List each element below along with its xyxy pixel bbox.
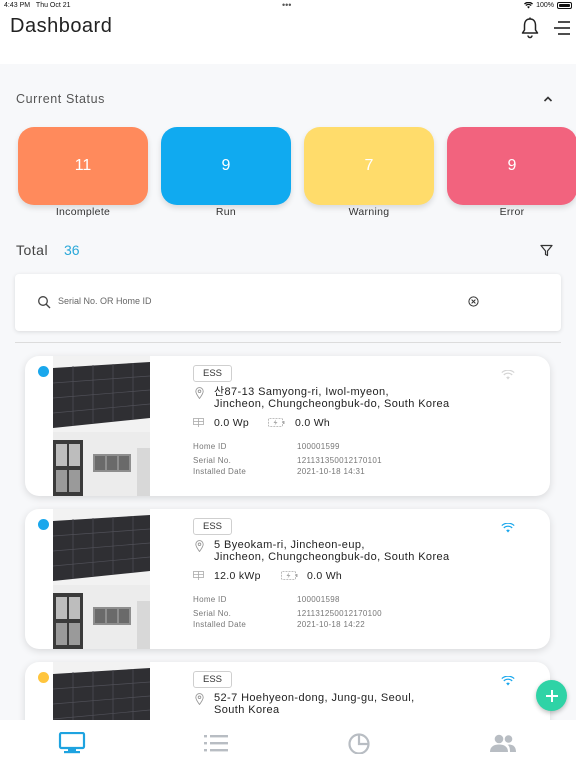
divider [15,342,561,343]
chevron-up-icon[interactable] [542,94,554,104]
home-id-value: 100001599 [297,442,340,451]
dashboard-content[interactable]: Current Status 11 Incomplete 9 Run 7 War… [0,64,576,720]
status-tile-run[interactable]: 9 [161,127,291,205]
address-line-1: 52-7 Hoehyeon-dong, Jung-gu, Seoul, [214,692,415,704]
plus-icon [545,689,558,702]
house-thumbnail [53,662,150,720]
wifi-icon [501,523,515,533]
house-thumbnail [53,509,150,649]
energy-value: 0.0 Wh [307,570,343,582]
search-input[interactable] [58,290,438,312]
multitask-dots-icon[interactable]: ••• [282,0,291,10]
total-count: 36 [64,242,80,258]
device-type-badge: ESS [193,671,233,688]
current-status-title: Current Status [16,92,105,106]
app-header: Dashboard [0,12,576,64]
page-title: Dashboard [10,15,113,37]
search-icon [38,296,51,309]
home-id-label: Home ID [193,595,227,604]
status-tile-warning[interactable]: 7 [304,127,434,205]
location-pin-icon [195,387,204,399]
status-dot [38,672,49,683]
power-value: 12.0 kWp [214,570,261,582]
status-right: 100% [524,2,572,9]
status-time: 4:43 PM Thu Oct 21 [4,2,71,9]
tab-bar [0,720,576,768]
battery-charge-icon [268,418,285,427]
serial-value: 121131350012170101 [297,456,382,465]
status-tile-incomplete[interactable]: 11 [18,127,148,205]
home-id-label: Home ID [193,442,227,451]
battery-charge-icon [281,571,298,580]
energy-value: 0.0 Wh [295,417,331,429]
device-address: 산87-13 Samyong-ri, Iwol-myeon, Jincheon,… [214,386,454,410]
wifi-off-icon [501,370,515,380]
run-label: Run [215,206,237,218]
incomplete-count: 11 [74,157,92,174]
device-card[interactable]: ESS 산87-13 Samyong-ri, Iwol-myeon, Jinch… [25,356,550,496]
device-type-badge: ESS [193,365,233,382]
filter-icon[interactable] [540,244,553,257]
battery-icon [557,2,572,9]
warning-count: 7 [364,157,374,174]
serial-value: 121131250012170100 [297,609,382,618]
run-count: 9 [221,157,231,174]
monitor-icon[interactable] [58,732,86,754]
solar-panel-icon [193,418,204,427]
wifi-status-icon [524,2,534,9]
list-icon[interactable] [202,732,230,754]
status-bar: 4:43 PM Thu Oct 21 ••• 100% [0,0,576,12]
home-id-value: 100001598 [297,595,340,604]
bell-icon[interactable] [520,17,540,39]
location-pin-icon [195,540,204,552]
status-tile-error[interactable]: 9 [447,127,576,205]
address-line-2: Jincheon, Chungcheongbuk-do, South Korea [214,551,450,563]
solar-panel-icon [193,571,204,580]
pie-chart-icon[interactable] [346,732,374,754]
house-thumbnail [53,356,150,496]
installed-date-label: Installed Date [193,467,247,476]
warning-label: Warning [348,206,390,218]
battery-percent: 100% [536,2,554,9]
add-device-button[interactable] [536,680,567,711]
search-box[interactable] [15,274,561,331]
address-line-1: 5 Byeokam-ri, Jincheon-eup, [214,539,365,551]
device-address: 5 Byeokam-ri, Jincheon-eup, Jincheon, Ch… [214,539,454,563]
location-pin-icon [195,693,204,705]
device-address: 52-7 Hoehyeon-dong, Jung-gu, Seoul, Sout… [214,692,454,716]
users-icon[interactable] [489,732,517,754]
serial-label: Serial No. [193,609,232,618]
address-line-2: Jincheon, Chungcheongbuk-do, South Korea [214,398,450,410]
error-count: 9 [507,157,517,174]
error-label: Error [499,206,525,218]
power-value: 0.0 Wp [214,417,250,429]
status-dot [38,366,49,377]
device-card[interactable]: ESS 5 Byeokam-ri, Jincheon-eup, Jincheon… [25,509,550,649]
serial-label: Serial No. [193,456,232,465]
installed-date-value: 2021-10-18 14:31 [297,467,365,476]
wifi-icon [501,676,515,686]
address-line-2: South Korea [214,704,280,716]
device-card[interactable]: ESS 52-7 Hoehyeon-dong, Jung-gu, Seoul, … [25,662,550,720]
menu-icon[interactable] [553,21,571,35]
total-label: Total [16,242,49,258]
installed-date-label: Installed Date [193,620,247,629]
status-dot [38,519,49,530]
address-line-1: 산87-13 Samyong-ri, Iwol-myeon, [214,386,389,398]
device-type-badge: ESS [193,518,233,535]
incomplete-label: Incomplete [55,206,111,218]
clear-icon[interactable] [468,296,479,307]
installed-date-value: 2021-10-18 14:22 [297,620,365,629]
